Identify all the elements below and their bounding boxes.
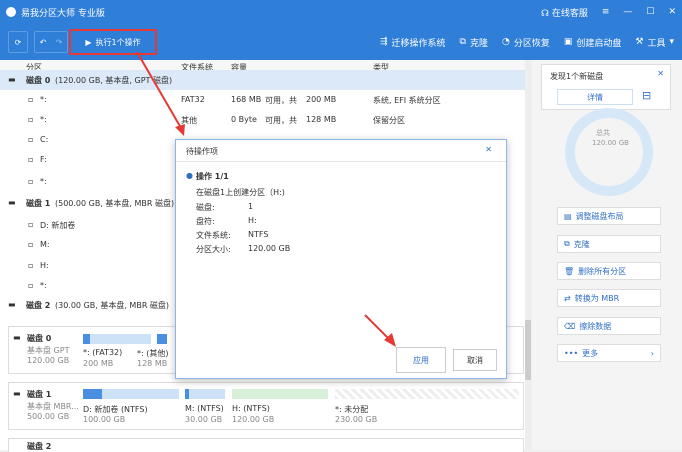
action-convert-mbr[interactable]: ⇄ 转换为 MBR: [557, 289, 661, 307]
close-icon[interactable]: ✕: [657, 69, 664, 78]
clone-icon: ⧉: [459, 37, 466, 47]
tools-icon: ⚒: [635, 37, 644, 47]
cancel-button[interactable]: 取消: [453, 349, 497, 371]
segment-bar[interactable]: [185, 389, 225, 399]
action-delete-all[interactable]: 🗑 删除所有分区: [557, 262, 661, 280]
chevron-down-icon: ▾: [669, 37, 674, 47]
recover-icon: ◔: [501, 37, 510, 47]
scrollbar[interactable]: [525, 60, 531, 450]
action-adjust-layout[interactable]: ▤ 调整磁盘布局: [557, 207, 661, 225]
bullet-icon: ●: [186, 171, 193, 180]
partition-icon: ▫: [28, 281, 34, 290]
partition-icon: ▫: [28, 95, 34, 104]
migrate-icon: ⇶: [379, 37, 388, 47]
apply-button[interactable]: 应用: [396, 347, 446, 373]
action-more[interactable]: ••• 更多 ›: [557, 344, 661, 362]
partition-row[interactable]: ▫ *: 其他 0 Byte 可用，共 128 MB 保留分区: [0, 110, 530, 130]
operation-desc: 在磁盘1上创建分区（H:): [196, 188, 285, 197]
close-icon[interactable]: ✕: [485, 145, 492, 154]
tool-tools-menu[interactable]: ⚒ 工具 ▾: [635, 36, 674, 49]
disk-icon: ⊟: [642, 89, 652, 102]
redo-icon[interactable]: ↷: [56, 38, 63, 47]
tool-create-bootdisk[interactable]: ▣ 创建启动盘: [564, 36, 622, 49]
support-link[interactable]: ☊ 在线客服: [541, 6, 588, 19]
maximize-icon[interactable]: ☐: [646, 7, 654, 17]
partition-icon: ▫: [28, 177, 34, 186]
disk-usage-donut: [565, 108, 653, 196]
partition-icon: ▫: [28, 240, 34, 249]
refresh-button[interactable]: ⟳: [8, 31, 28, 53]
partition-icon: ▫: [28, 135, 34, 144]
convert-icon: ⇄: [564, 293, 571, 303]
app-title: 易我分区大师 专业版: [21, 8, 105, 19]
disk-icon: ▬: [8, 75, 16, 84]
play-icon: ▶: [85, 37, 92, 47]
refresh-icon: ⟳: [14, 37, 22, 47]
layout-icon: ▤: [564, 211, 572, 221]
window-controls: ☊ 在线客服 ≡ — ☐ ✕: [541, 0, 676, 24]
tool-partition-recovery[interactable]: ◔ 分区恢复: [502, 36, 550, 49]
clone-icon: ⧉: [564, 239, 570, 248]
partition-icon: ▫: [28, 155, 34, 164]
right-sidebar: 发现1个新磁盘 ✕ 详情 ⊟ 总共 120.00 GB: [532, 60, 682, 450]
headset-icon: ☊: [540, 8, 552, 19]
disk-icon: ▬: [8, 300, 16, 309]
tool-migrate-os[interactable]: ⇶ 迁移操作系统: [380, 36, 446, 49]
disk-map-1[interactable]: ▬ 磁盘 1 基本盘 MBR... 500.00 GB D: 新加卷 (NTFS…: [8, 382, 524, 430]
more-icon: •••: [564, 348, 579, 358]
minimize-icon[interactable]: —: [623, 7, 632, 17]
bootdisk-icon: ▣: [563, 37, 573, 47]
chevron-right-icon: ›: [650, 348, 654, 358]
execute-operations-button[interactable]: ▶ 执行1个操作: [69, 29, 157, 55]
disk-icon: ▬: [13, 333, 21, 342]
partition-row[interactable]: ▫ *: FAT32 168 MB 可用，共 200 MB 系统, EFI 系统…: [0, 90, 530, 110]
undo-icon[interactable]: ↶: [40, 38, 47, 47]
action-clone[interactable]: ⧉ 克隆: [557, 235, 661, 253]
unallocated-segment[interactable]: [335, 389, 519, 399]
wipe-icon: ⌫: [564, 321, 576, 331]
action-wipe-data[interactable]: ⌫ 擦除数据: [557, 317, 661, 335]
disk-icon: ▬: [8, 198, 16, 207]
app-logo-icon: [6, 7, 16, 17]
toolbar-tools: ⇶ 迁移操作系统 ⧉ 克隆 ◔ 分区恢复 ▣ 创建启动盘 ⚒ 工具 ▾: [380, 24, 674, 60]
partition-icon: ▫: [28, 220, 34, 229]
pending-operations-dialog: 待操作项 ✕ ● 操作 1/1 在磁盘1上创建分区（H:) 磁盘: 1 盘符: …: [175, 139, 507, 379]
new-disk-notice: 发现1个新磁盘 ✕ 详情 ⊟: [541, 64, 671, 110]
segment-bar[interactable]: [232, 389, 328, 399]
segment-bar[interactable]: [83, 334, 151, 344]
segment-bar[interactable]: [83, 389, 179, 399]
disk-row[interactable]: ▬ 磁盘 0 (120.00 GB, 基本盘, GPT 磁盘): [0, 70, 530, 90]
partition-icon: ▫: [28, 115, 34, 124]
tool-clone[interactable]: ⧉ 克隆: [460, 36, 488, 49]
menu-icon[interactable]: ≡: [602, 7, 610, 17]
title-bar: 易我分区大师 专业版 ☊ 在线客服 ≡ — ☐ ✕: [0, 0, 682, 24]
disk-icon: ▬: [13, 389, 21, 398]
close-icon[interactable]: ✕: [668, 7, 676, 17]
toolbar: ⟳ ↶ ↷ ▶ 执行1个操作 ⇶ 迁移操作系统 ⧉ 克隆 ◔ 分区恢复 ▣ 创建启动盘 ⚒…: [0, 24, 682, 60]
undo-redo-group: ↶ ↷: [34, 31, 68, 53]
segment-bar[interactable]: [157, 334, 167, 344]
dialog-title: 待操作项: [186, 147, 218, 156]
partition-icon: ▫: [28, 261, 34, 270]
delete-icon: 🗑: [564, 266, 575, 276]
detail-button[interactable]: 详情: [557, 89, 633, 105]
operation-title: 操作 1/1: [196, 172, 229, 181]
dialog-header: 待操作项 ✕: [176, 140, 506, 162]
execute-label: 执行1个操作: [95, 37, 141, 47]
